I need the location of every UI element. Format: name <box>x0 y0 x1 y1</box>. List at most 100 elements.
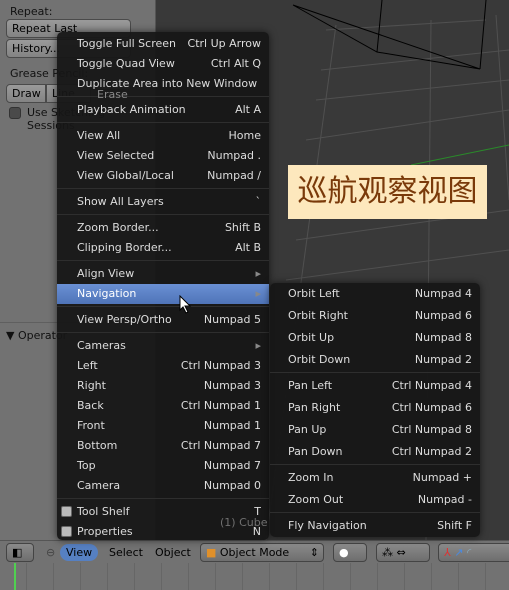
menu-item-toggle-full-screen[interactable]: Toggle Full Screen Ctrl Up Arrow <box>57 34 269 54</box>
menu-item-label: Left <box>77 359 98 372</box>
menu-item-shortcut: Numpad . <box>207 149 261 162</box>
menu-item-clipping-border-[interactable]: Clipping Border... Alt B <box>57 238 269 258</box>
menu-item-shortcut: Numpad 7 <box>203 459 261 472</box>
menu-item-zoom-border-[interactable]: Zoom Border... Shift B <box>57 218 269 238</box>
menu-item-label: Top <box>77 459 96 472</box>
menu-item-label: Properties <box>77 525 133 538</box>
menu-item-label: Pan Down <box>288 445 343 458</box>
menu-item-label: View Selected <box>77 149 155 162</box>
menu-item-label: View All <box>77 129 121 142</box>
caption-overlay: 巡航观察视图 <box>288 165 487 219</box>
menu-item-orbit-right[interactable]: Orbit Right Numpad 6 <box>270 305 480 327</box>
menu-item-orbit-left[interactable]: Orbit Left Numpad 4 <box>270 283 480 305</box>
menu-item-view-persp-ortho[interactable]: View Persp/Ortho Numpad 5 <box>57 310 269 330</box>
solid-sphere-icon: ● <box>339 546 349 559</box>
object-label: (1) Cube <box>220 516 268 529</box>
menu-separator <box>57 498 269 499</box>
menu-item-right[interactable]: Right Numpad 3 <box>57 376 269 396</box>
menu-item-back[interactable]: Back Ctrl Numpad 1 <box>57 396 269 416</box>
menu-item-label: Navigation <box>77 287 137 300</box>
menu-item-view-selected[interactable]: View Selected Numpad . <box>57 146 269 166</box>
current-frame-marker[interactable] <box>14 563 16 590</box>
menu-separator <box>57 214 269 215</box>
menu-item-label: Clipping Border... <box>77 241 172 254</box>
select-menu-button[interactable]: Select <box>103 544 149 561</box>
use-sketching-checkbox[interactable] <box>9 107 21 119</box>
updown-icon: ⇕ <box>309 546 319 559</box>
menu-separator <box>57 122 269 123</box>
menu-item-label: Orbit Up <box>288 331 335 344</box>
menu-item-shortcut: Alt A <box>235 103 261 116</box>
pivot-selector[interactable]: ⁂ ⇔ <box>376 543 430 562</box>
object-mode-icon: ■ <box>206 546 220 559</box>
manipulator-icon: ⅄ <box>444 546 451 559</box>
translate-icon: ↗ <box>454 546 464 559</box>
view-menu-button[interactable]: View <box>60 544 99 561</box>
menu-item-shortcut: Numpad / <box>207 169 261 182</box>
menu-separator <box>270 464 480 465</box>
collapse-icon[interactable]: ⊖ <box>40 544 61 561</box>
menu-item-zoom-in[interactable]: Zoom In Numpad + <box>270 467 480 489</box>
menu-item-zoom-out[interactable]: Zoom Out Numpad - <box>270 489 480 511</box>
pivot-icon: ⁂ ⇔ <box>382 546 406 559</box>
menu-item-top[interactable]: Top Numpad 7 <box>57 456 269 476</box>
menu-item-shortcut: Numpad 0 <box>203 479 261 492</box>
object-menu-button[interactable]: Object <box>149 544 197 561</box>
view-menu: Toggle Full Screen Ctrl Up Arrow Toggle Qu… <box>57 32 269 540</box>
menu-item-shortcut: Ctrl Numpad 2 <box>391 445 472 458</box>
menu-separator <box>270 372 480 373</box>
menu-item-front[interactable]: Front Numpad 1 <box>57 416 269 436</box>
menu-item-shortcut: Numpad 1 <box>203 419 261 432</box>
menu-item-toggle-quad-view[interactable]: Toggle Quad View Ctrl Alt Q <box>57 54 269 74</box>
menu-item-shortcut: Shift F <box>437 519 472 532</box>
menu-item-label: Camera <box>77 479 121 492</box>
menu-item-playback-animation[interactable]: Playback Animation Alt A <box>57 100 269 120</box>
menu-item-duplicate-area-into-new-window[interactable]: Duplicate Area into New Window <box>57 74 269 94</box>
shading-selector[interactable]: ● <box>333 543 367 562</box>
menu-item-pan-right[interactable]: Pan Right Ctrl Numpad 6 <box>270 397 480 419</box>
mode-selector[interactable]: ■ Object Mode ⇕ <box>200 543 324 562</box>
checkbox-icon[interactable] <box>61 506 72 517</box>
menu-item-view-global-local[interactable]: View Global/Local Numpad / <box>57 166 269 186</box>
menu-item-orbit-down[interactable]: Orbit Down Numpad 2 <box>270 349 480 371</box>
menu-item-label: Cameras <box>77 339 126 352</box>
menu-item-label: Pan Left <box>288 379 333 392</box>
menu-item-label: Align View <box>77 267 135 280</box>
menu-item-label: Zoom Out <box>288 493 344 506</box>
menu-item-pan-left[interactable]: Pan Left Ctrl Numpad 4 <box>270 375 480 397</box>
menu-item-cameras[interactable]: Cameras ▸ <box>57 336 269 356</box>
menu-item-shortcut: Ctrl Up Arrow <box>187 37 261 50</box>
draw-button[interactable]: Draw <box>6 84 46 103</box>
menu-item-view-all[interactable]: View All Home <box>57 126 269 146</box>
menu-item-bottom[interactable]: Bottom Ctrl Numpad 7 <box>57 436 269 456</box>
editor-type-button[interactable]: ◧ <box>6 543 34 562</box>
menu-item-left[interactable]: Left Ctrl Numpad 3 <box>57 356 269 376</box>
menu-item-show-all-layers[interactable]: Show All Layers ` <box>57 192 269 212</box>
menu-item-shortcut: Numpad 4 <box>414 287 472 300</box>
menu-item-label: Toggle Full Screen <box>77 37 176 50</box>
menu-item-label: Bottom <box>77 439 118 452</box>
menu-item-label: Playback Animation <box>77 103 186 116</box>
menu-item-shortcut: Ctrl Numpad 3 <box>180 359 261 372</box>
menu-item-shortcut: Ctrl Numpad 7 <box>180 439 261 452</box>
menu-item-camera[interactable]: Camera Numpad 0 <box>57 476 269 496</box>
repeat-label: Repeat: <box>10 5 53 18</box>
menu-item-orbit-up[interactable]: Orbit Up Numpad 8 <box>270 327 480 349</box>
menu-item-label: Fly Navigation <box>288 519 367 532</box>
menu-item-align-view[interactable]: Align View ▸ <box>57 264 269 284</box>
menu-item-label: Tool Shelf <box>77 505 130 518</box>
checkbox-icon[interactable] <box>61 526 72 537</box>
menu-item-shortcut: ` <box>255 195 262 208</box>
menu-item-fly-navigation[interactable]: Fly Navigation Shift F <box>270 515 480 537</box>
menu-item-navigation[interactable]: Navigation ▸ <box>57 284 269 304</box>
mouse-cursor-icon <box>179 295 192 314</box>
3d-view-header: ◧ ⊖ View Select Object ■ Object Mode ⇕ ● … <box>0 540 509 563</box>
submenu-arrow-icon: ▸ <box>255 267 261 280</box>
timeline[interactable] <box>0 563 509 590</box>
menu-item-shortcut: Numpad 6 <box>414 309 472 322</box>
menu-item-pan-down[interactable]: Pan Down Ctrl Numpad 2 <box>270 441 480 463</box>
menu-separator <box>57 188 269 189</box>
menu-item-label: Toggle Quad View <box>77 57 175 70</box>
manipulator-buttons[interactable]: ⅄ ↗ ◜ <box>438 543 509 562</box>
menu-item-pan-up[interactable]: Pan Up Ctrl Numpad 8 <box>270 419 480 441</box>
